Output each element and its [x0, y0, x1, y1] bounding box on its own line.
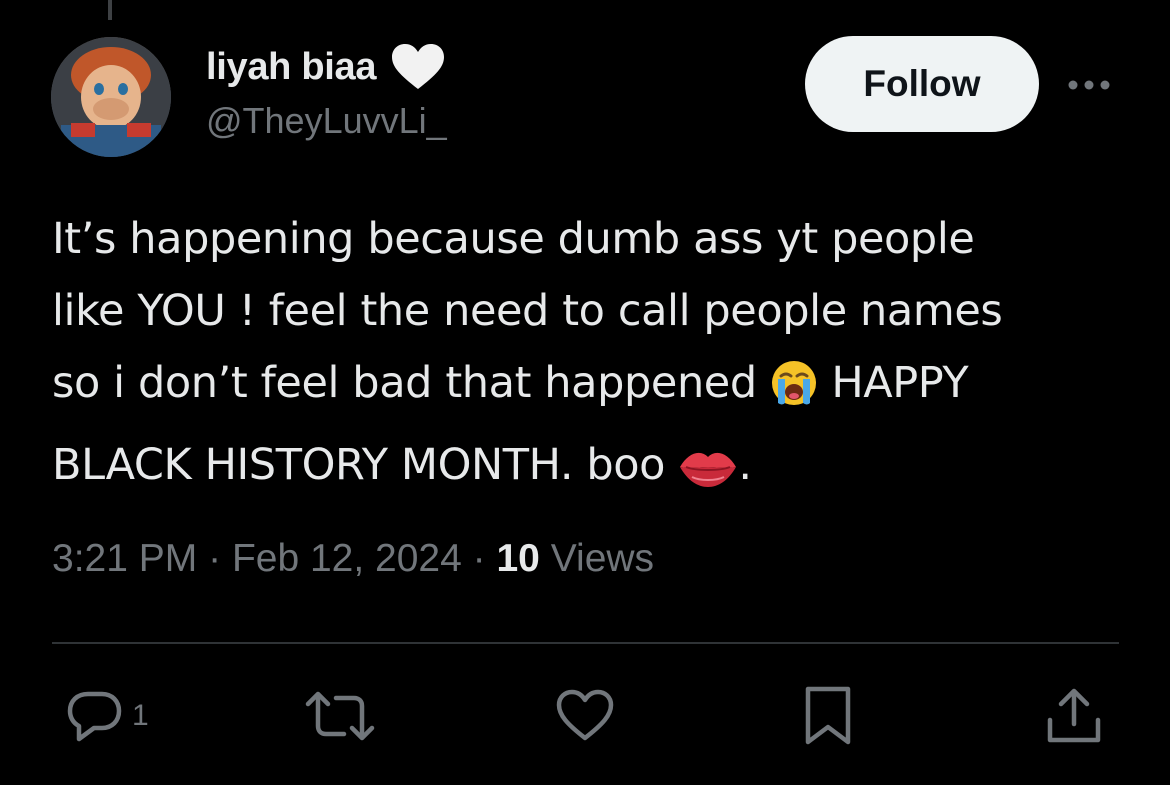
- like-heart-icon: [556, 689, 614, 741]
- display-name[interactable]: liyah biaa: [206, 46, 377, 89]
- tweet-date[interactable]: Feb 12, 2024: [232, 537, 462, 580]
- like-button[interactable]: [555, 684, 615, 748]
- repost-icon: [305, 691, 375, 741]
- tweet-text-segment: BLACK HISTORY MONTH. boo: [52, 440, 666, 490]
- avatar-image: [51, 37, 171, 157]
- tweet-text: It’s happening because dumb ass yt peopl…: [52, 203, 1122, 511]
- meta-separator: ·: [208, 537, 222, 580]
- kiss-mark-emoji-icon: [678, 439, 738, 511]
- white-heart-icon: [390, 43, 446, 91]
- loudly-crying-face-emoji-icon: [770, 357, 818, 429]
- tweet-text-line-2: like YOU ! feel the need to call people …: [52, 286, 1003, 336]
- reply-count: 1: [132, 699, 149, 732]
- bookmark-button[interactable]: [803, 684, 853, 748]
- repost-button[interactable]: [304, 684, 376, 748]
- reply-button[interactable]: 1: [66, 684, 149, 748]
- follow-button[interactable]: Follow: [805, 36, 1039, 132]
- divider: [52, 642, 1119, 644]
- bookmark-icon: [805, 686, 851, 745]
- tweet-text-segment: .: [738, 440, 752, 490]
- tweet-text-line-1: It’s happening because dumb ass yt peopl…: [52, 214, 975, 264]
- share-icon: [1047, 688, 1101, 743]
- reply-icon: [67, 691, 122, 742]
- views-count[interactable]: 10: [496, 537, 539, 580]
- handle[interactable]: @TheyLuvvLi_: [206, 100, 447, 142]
- more-options-icon[interactable]: [1064, 70, 1114, 100]
- thread-connector-line: [108, 0, 112, 20]
- views-label[interactable]: Views: [551, 537, 654, 580]
- tweet-text-line-3: so i don’t feel bad that happened HAPPY: [52, 347, 1122, 429]
- tweet-text-segment: HAPPY: [831, 358, 969, 408]
- tweet-time[interactable]: 3:21 PM: [52, 537, 197, 580]
- share-button[interactable]: [1045, 684, 1103, 748]
- meta-separator: ·: [472, 537, 486, 580]
- tweet-text-segment: so i don’t feel bad that happened: [52, 358, 757, 408]
- tweet-metadata: 3:21 PM · Feb 12, 2024 · 10 Views: [52, 537, 654, 581]
- display-name-row[interactable]: liyah biaa: [206, 42, 446, 92]
- tweet-text-line-4: BLACK HISTORY MONTH. boo .: [52, 429, 1122, 511]
- avatar[interactable]: [51, 37, 171, 157]
